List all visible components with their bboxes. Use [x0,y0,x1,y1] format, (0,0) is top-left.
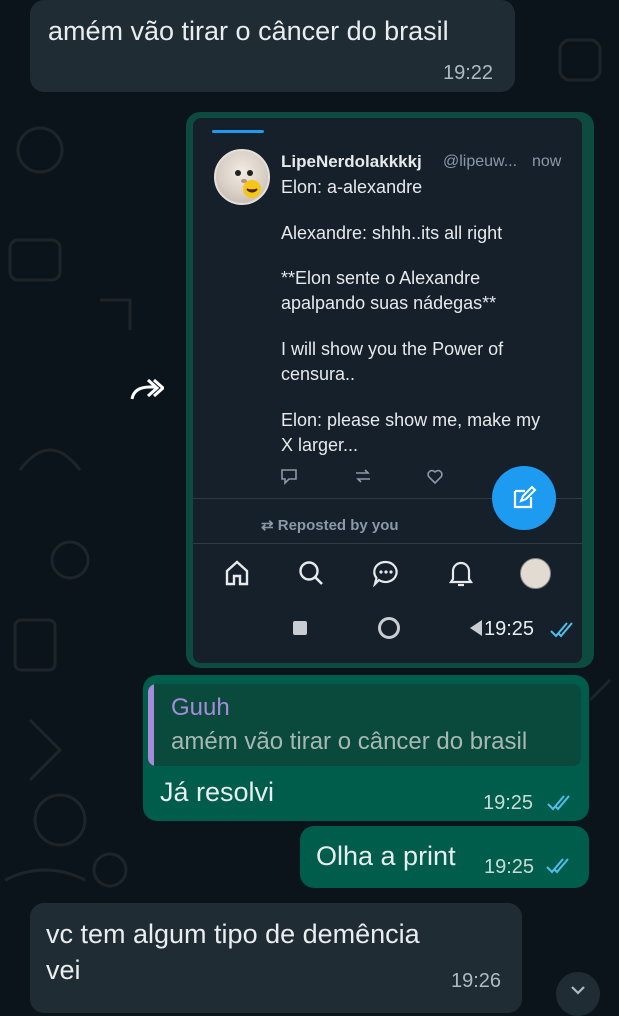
retweet-icon [356,469,370,483]
message-text: Olha a print [316,841,456,871]
back-icon [470,620,482,636]
message-bubble-incoming[interactable]: vc tem algum tipo de demência vei 19:26 [30,903,522,1013]
message-time: 19:22 [443,62,494,84]
message-time: 19:25 [483,792,534,814]
avatar [214,149,270,205]
tweet-text-line: X larger... [281,435,359,455]
tweet-text-line: Alexandre: shhh..its all right [281,223,503,243]
forward-icon [130,378,164,400]
tweet-text-line: apalpando suas nádegas** [281,293,497,313]
quoted-message[interactable]: Guuh amém vão tirar o câncer do brasil [148,684,581,766]
tweet-text-line: Elon: please show me, make my [281,410,541,430]
read-receipt-icon [547,795,570,811]
message-time: 19:26 [451,970,502,992]
search-icon [299,561,323,585]
quote-accent-bar [148,684,154,766]
message-text: vei [46,955,81,985]
tweet-time: now [532,153,562,170]
chevron-down-icon [571,986,585,995]
quoted-sender-name: Guuh [171,694,230,721]
message-time: 19:25 [484,856,535,878]
twitter-bottom-nav [193,543,582,603]
quoted-message-text: amém vão tirar o câncer do brasil [171,728,528,755]
tweet-screenshot-image[interactable]: LipeNerdolakkkkj @lipeuw... now Elon: a-… [193,118,582,663]
notifications-icon [448,561,474,587]
tweet-text-line: I will show you the Power of [281,339,504,359]
compose-icon [513,485,537,509]
android-nav-bar: 19:25 [193,608,582,663]
tweet-author-name: LipeNerdolakkkkj [281,152,422,171]
recents-icon [293,621,307,635]
message-text: Já resolvi [160,777,275,807]
repost-label: ⇄ Reposted by you [261,516,399,534]
home-icon [225,560,249,586]
scroll-to-bottom-button[interactable] [556,972,600,1016]
tab-indicator [212,130,264,133]
message-time: 19:25 [484,618,535,640]
forward-button[interactable] [124,366,170,412]
message-text: vc tem algum tipo de demência [46,919,420,949]
retweet-small-icon: ⇄ [261,517,278,534]
repost-text: Reposted by you [277,517,399,534]
read-receipt-icon [546,858,569,874]
message-bubble-outgoing[interactable]: Olha a print 19:25 [300,826,589,888]
tweet-text-line: censura.. [281,364,356,384]
like-icon [427,469,443,485]
read-receipt-icon [550,622,573,638]
grok-icon [373,560,398,587]
message-text: amém vão tirar o câncer do brasil [48,16,449,46]
tweet-author-handle: @lipeuw... [443,153,518,170]
compose-button [492,466,556,530]
home-nav-icon [378,617,400,639]
tweet-text-line: Elon: a-alexandre [281,177,423,197]
tweet-text-line: **Elon sente o Alexandre [281,268,481,288]
message-bubble-incoming[interactable]: amém vão tirar o câncer do brasil 19:22 [30,0,515,92]
reply-icon [281,469,297,485]
avatar [520,558,551,589]
